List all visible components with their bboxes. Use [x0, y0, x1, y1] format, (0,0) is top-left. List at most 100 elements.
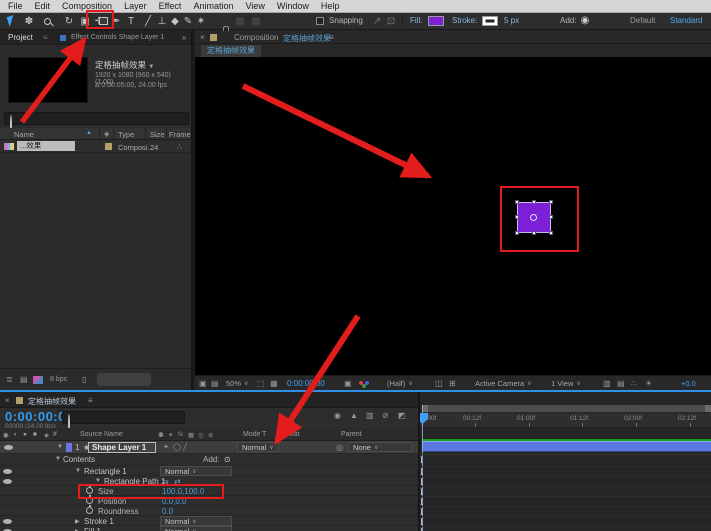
timeline-row-position[interactable]: Position0.0,0.0: [0, 496, 418, 506]
timeline-row-rectangle-1[interactable]: ▼Rectangle 1 Normal: [0, 466, 418, 476]
primary-viewer-icon[interactable]: [211, 379, 219, 388]
add-shape-icon[interactable]: ⊙: [224, 455, 231, 464]
composition-tab-name[interactable]: 定格抽帧效果: [283, 33, 331, 44]
type-tool[interactable]: T: [124, 14, 138, 28]
menu-view[interactable]: View: [239, 0, 270, 13]
timeline-menu-icon[interactable]: ≡: [88, 396, 93, 405]
stopwatch-icon[interactable]: [86, 487, 93, 494]
group-label[interactable]: Stroke 1: [84, 517, 114, 526]
eye-icon[interactable]: [4, 445, 13, 450]
pan-whip-icon[interactable]: [370, 14, 384, 28]
menu-help[interactable]: Help: [315, 0, 346, 13]
timeline-row-rectangle-path-1[interactable]: ▼Rectangle Path 1⇆⇄: [0, 476, 418, 486]
timeline-button-icon[interactable]: [617, 379, 625, 388]
column-name[interactable]: Name: [14, 130, 34, 139]
property-value[interactable]: 0.0,0.0: [162, 497, 186, 506]
parent-column[interactable]: Parent: [341, 431, 362, 438]
viewer-timecode[interactable]: 0:00:00:00: [287, 379, 325, 388]
timeline-tab-name[interactable]: 定格抽帧效果: [28, 396, 76, 407]
layer-duration-bar[interactable]: [422, 441, 711, 452]
selection-tool[interactable]: [4, 14, 18, 28]
layer-mode-dropdown[interactable]: Normal: [237, 442, 279, 452]
sort-arrow-icon[interactable]: ▲: [86, 130, 92, 136]
trkmat-t-column[interactable]: T: [262, 431, 266, 438]
eye-icon[interactable]: [3, 469, 12, 474]
trkmat-column[interactable]: Mat: [288, 431, 300, 438]
comp-marker-bin-icon[interactable]: ◉: [334, 411, 341, 420]
selection-handle[interactable]: [515, 231, 519, 235]
hand-tool[interactable]: ✽: [22, 14, 36, 28]
tab-project[interactable]: Project: [8, 33, 33, 42]
quality-icon[interactable]: ⚉: [158, 431, 164, 439]
transparency-grid-icon[interactable]: [449, 379, 456, 388]
anchor-point[interactable]: [530, 214, 537, 221]
exposure-value[interactable]: +0.0: [681, 379, 696, 388]
parent-pickwhip-icon[interactable]: ◎: [336, 443, 343, 452]
selection-handle[interactable]: [515, 200, 519, 204]
close-tab-icon[interactable]: ×: [200, 33, 205, 42]
timeline-row-shape-layer-1[interactable]: ▼1★Shape Layer 1✦◯╱Normal◎None: [0, 441, 418, 454]
project-settings-icon[interactable]: [33, 376, 43, 384]
selection-handle[interactable]: [532, 231, 536, 235]
footer-button[interactable]: [97, 373, 151, 386]
roto-brush-tool[interactable]: ✎: [181, 14, 195, 28]
property-value[interactable]: 0.0: [162, 507, 173, 516]
stroke-width-value[interactable]: 5 px: [504, 13, 519, 28]
menu-edit[interactable]: Edit: [29, 0, 57, 13]
selection-handle[interactable]: [532, 200, 536, 204]
property-value[interactable]: 100.0,100.0: [162, 487, 204, 496]
fast-previews-icon[interactable]: [435, 379, 443, 388]
group-mode-dropdown[interactable]: Normal: [160, 466, 232, 476]
column-size[interactable]: Size: [150, 130, 165, 139]
bit-depth-label[interactable]: 8 bpc: [50, 376, 67, 383]
expander-icon[interactable]: ▼: [75, 468, 81, 474]
always-preview-icon[interactable]: [199, 379, 207, 388]
timeline-row-size[interactable]: Size 100.0,100.0: [0, 486, 418, 496]
add-shape-icon[interactable]: [578, 13, 592, 27]
expander-icon[interactable]: ▶: [75, 518, 80, 525]
reset-exposure-icon[interactable]: [645, 379, 652, 388]
path-direction-icon[interactable]: ⇄: [174, 477, 181, 486]
eye-icon[interactable]: [3, 479, 12, 484]
stroke-color-swatch[interactable]: [482, 16, 498, 26]
menu-animation[interactable]: Animation: [187, 0, 239, 13]
stopwatch-icon[interactable]: [86, 507, 93, 514]
selection-handle[interactable]: [549, 200, 553, 204]
new-folder-icon[interactable]: ▤: [20, 375, 28, 384]
tab-effect-controls[interactable]: Effect Controls Shape Layer 1: [71, 34, 164, 41]
menu-effect[interactable]: Effect: [153, 0, 188, 13]
3d-col-icon[interactable]: ⊕: [208, 431, 213, 439]
label-column-icon[interactable]: ◈: [104, 130, 109, 138]
expander-icon[interactable]: ▼: [95, 478, 101, 484]
source-name-column[interactable]: Source Name: [80, 431, 123, 438]
selection-handle[interactable]: [549, 215, 553, 219]
project-search-input[interactable]: [4, 112, 189, 125]
comp-name-line[interactable]: 定格抽帧效果 ▼: [95, 59, 154, 71]
frame-blend-icon[interactable]: ▥: [366, 411, 374, 420]
timeline-row-fill-1[interactable]: ▶Fill 1Normal: [0, 526, 418, 531]
layer-switch-b-icon[interactable]: ◯: [173, 443, 181, 451]
time-ruler[interactable]: 0:00f00:12f01:00f01:12f02:00f02:12f: [420, 413, 711, 428]
group-label[interactable]: Rectangle 1: [84, 467, 127, 476]
expander-icon[interactable]: ▼: [57, 444, 63, 450]
menu-composition[interactable]: Composition: [56, 0, 118, 13]
project-item-row[interactable]: ...效果 Composi... 24 ∴: [0, 140, 191, 153]
property-label[interactable]: Size: [98, 487, 114, 496]
graph-editor-icon[interactable]: ◩: [398, 411, 406, 420]
camera-view-dropdown[interactable]: Active Camera: [475, 379, 532, 388]
camera-tool[interactable]: ▣: [78, 14, 92, 28]
selection-handle[interactable]: [549, 231, 553, 235]
workspace-standard[interactable]: Standard: [670, 13, 702, 28]
eye-icon[interactable]: [3, 519, 12, 524]
snapshot-icon[interactable]: [344, 379, 352, 388]
snapping-checkbox[interactable]: [316, 17, 324, 25]
region-icon[interactable]: [384, 14, 398, 28]
pixel-aspect-icon[interactable]: [603, 379, 611, 388]
label-color-chip[interactable]: [105, 143, 112, 150]
work-area-bar[interactable]: [422, 405, 711, 412]
frame-blend-col-icon[interactable]: ▦: [188, 431, 194, 439]
comp-flowchart-icon[interactable]: [631, 379, 636, 388]
shy-icon[interactable]: ▲: [350, 411, 358, 420]
timeline-row-stroke-1[interactable]: ▶Stroke 1Normal: [0, 516, 418, 526]
menu-layer[interactable]: Layer: [118, 0, 153, 13]
